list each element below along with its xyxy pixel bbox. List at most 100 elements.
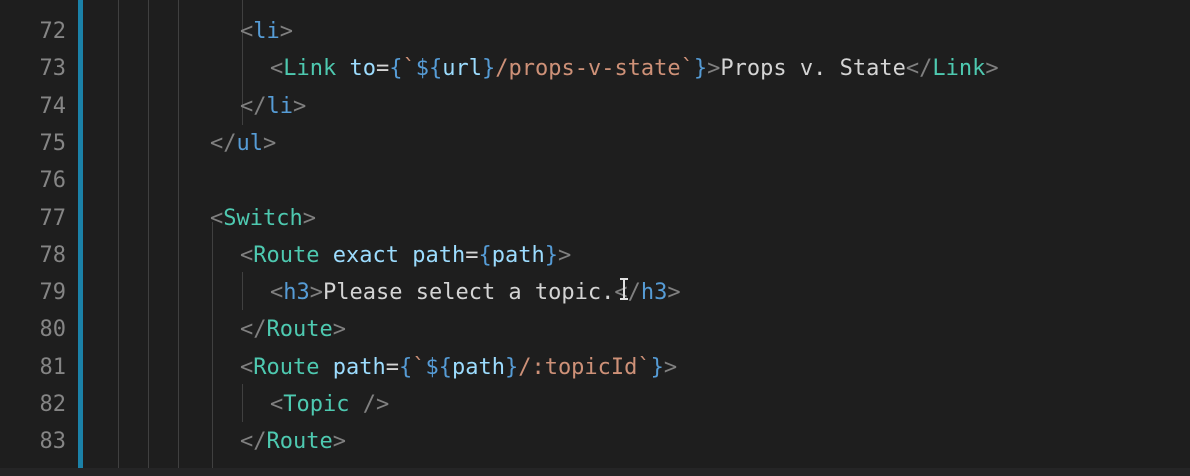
code-line[interactable]: <Switch>	[210, 200, 316, 237]
git-change-indicator	[78, 0, 83, 468]
code-token: Props v. State	[720, 56, 906, 82]
code-token: Please select a topic.	[323, 280, 615, 306]
code-token: }	[504, 354, 519, 380]
code-token: Link	[283, 56, 337, 82]
code-token: =	[465, 242, 479, 268]
code-line[interactable]: </ul>	[210, 125, 276, 162]
code-token: h3	[283, 280, 310, 306]
code-token: }	[544, 242, 558, 268]
code-token: </	[240, 317, 267, 343]
code-token: >	[667, 280, 681, 306]
code-token: >	[302, 205, 316, 231]
code-token: path	[451, 354, 505, 380]
code-token: <	[240, 354, 254, 380]
code-token: path	[332, 354, 386, 380]
horizontal-scrollbar[interactable]	[0, 468, 1190, 476]
code-line[interactable]: <Link to={`${url}/props-v-state`}>Props …	[270, 50, 999, 87]
code-token: Route	[266, 317, 333, 343]
code-token: {	[478, 242, 492, 268]
code-token: =	[385, 354, 399, 380]
code-token: }	[481, 56, 496, 82]
code-token: >	[279, 19, 293, 44]
line-number: 83	[39, 429, 67, 455]
code-token: >	[557, 242, 572, 268]
indent-guide	[178, 0, 179, 476]
code-token: <	[240, 242, 254, 268]
line-number: 74	[39, 93, 67, 119]
code-token: <	[270, 280, 284, 306]
line-number: 80	[39, 317, 67, 343]
code-token: Link	[932, 56, 986, 82]
text-cursor-icon	[620, 278, 628, 300]
line-number: 73	[39, 56, 67, 82]
code-token: path	[491, 242, 545, 268]
indent-guide	[242, 272, 243, 310]
code-token: Switch	[223, 205, 303, 231]
code-token: <	[270, 392, 284, 417]
code-token: </	[210, 130, 237, 156]
code-token: ul	[236, 130, 264, 156]
line-number: 72	[39, 19, 67, 44]
code-token: >	[263, 130, 277, 156]
line-number: 77	[39, 205, 67, 231]
code-token: ${	[415, 56, 443, 82]
code-token: Topic	[283, 392, 350, 417]
code-line[interactable]: <Route exact path={path}>	[240, 237, 571, 274]
code-line[interactable]: <li>	[240, 13, 293, 50]
line-number: 81	[39, 354, 67, 380]
indent-guide	[118, 0, 119, 476]
code-token: `	[412, 354, 426, 380]
code-editor[interactable]: 72 <li> 73 <Link to={`${url}/props-v-state`…	[0, 0, 1190, 476]
code-token: }	[693, 56, 708, 82]
code-line[interactable]: <Route path={`${path}/:topicId`}>	[240, 349, 677, 386]
code-token: >	[332, 317, 346, 343]
code-token: Route	[266, 429, 333, 455]
code-token: Route	[253, 242, 320, 268]
code-token: >	[985, 56, 999, 82]
code-line[interactable]: </li>	[240, 88, 306, 125]
code-token: >	[309, 280, 323, 306]
code-token: exact	[332, 242, 399, 268]
code-token: <	[240, 19, 254, 44]
code-token: url	[442, 56, 482, 82]
code-token: </	[240, 93, 267, 119]
code-token: /:topicId`	[518, 354, 651, 380]
code-line[interactable]: </Route>	[240, 311, 346, 348]
line-number: 76	[39, 168, 67, 194]
code-token: />	[362, 392, 390, 417]
code-line[interactable]: <Topic />	[270, 386, 389, 423]
indent-guide	[242, 384, 243, 422]
code-token: <	[270, 56, 284, 82]
code-token: /props-v-state`	[495, 56, 694, 82]
line-number: 78	[39, 242, 67, 268]
code-token: `	[402, 56, 416, 82]
code-token: >	[332, 429, 346, 455]
code-token: <	[210, 205, 224, 231]
code-line[interactable]: </Route>	[240, 423, 346, 460]
code-token: to	[349, 56, 376, 82]
code-token: >	[663, 354, 678, 380]
code-token: </	[905, 56, 933, 82]
indent-guide	[148, 0, 149, 476]
code-token: {	[389, 56, 403, 82]
line-number: 75	[39, 130, 67, 156]
code-token: li	[253, 19, 280, 44]
code-token: ${	[425, 354, 452, 380]
code-token: path	[412, 242, 466, 268]
code-token: {	[398, 354, 413, 380]
code-token: li	[266, 93, 294, 119]
code-token: =	[375, 56, 390, 82]
code-token: >	[707, 56, 721, 82]
line-number: 82	[39, 392, 67, 417]
code-token: }	[650, 354, 664, 380]
code-token: >	[293, 93, 307, 119]
indent-guide	[212, 222, 213, 476]
code-token: </	[240, 429, 267, 455]
code-token: h3	[640, 280, 668, 306]
line-number: 79	[39, 280, 67, 306]
